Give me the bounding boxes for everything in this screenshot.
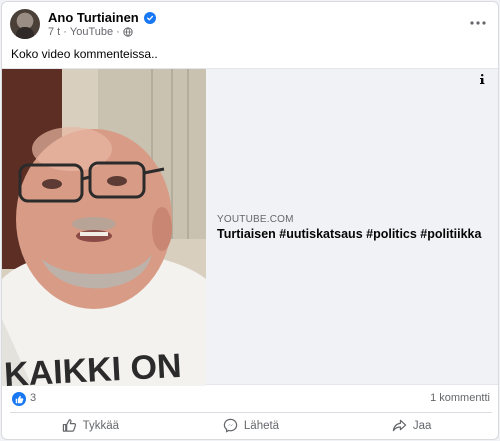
author-name[interactable]: Ano Turtiainen xyxy=(48,10,139,25)
meta-separator: · xyxy=(63,26,67,38)
reaction-count[interactable]: 3 xyxy=(30,392,36,404)
globe-icon xyxy=(123,27,133,37)
post-source: YouTube xyxy=(69,26,114,38)
verified-icon xyxy=(143,11,156,24)
share-icon xyxy=(392,419,407,432)
like-badge-icon[interactable] xyxy=(12,392,26,406)
post-header: Ano Turtiainen 7 t · YouTube · xyxy=(2,2,498,44)
link-domain: YOUTUBE.COM xyxy=(217,214,294,225)
post-text: Koko video kommenteissa.. xyxy=(11,47,158,61)
share-label: Jaa xyxy=(412,419,432,432)
post-meta: 7 t · YouTube · xyxy=(48,26,133,38)
reactions-row: 3 1 kommentti xyxy=(2,386,498,412)
author-row: Ano Turtiainen xyxy=(48,10,156,25)
link-title[interactable]: Turtiaisen #uutiskatsaus #politics #poli… xyxy=(217,227,481,241)
messenger-icon xyxy=(223,418,238,433)
video-thumbnail[interactable]: KAIKKI ON xyxy=(2,69,206,386)
link-preview[interactable]: KAIKKI ON YOUTUBE.COM Turtiaisen #uutisk… xyxy=(2,68,498,386)
like-button[interactable]: Tykkää xyxy=(10,413,171,438)
send-label: Lähetä xyxy=(243,419,280,432)
more-icon xyxy=(470,21,486,25)
post-card: Ano Turtiainen 7 t · YouTube · Koko vide… xyxy=(1,1,499,440)
send-button[interactable]: Lähetä xyxy=(171,413,332,438)
avatar[interactable] xyxy=(10,9,40,39)
like-label: Tykkää xyxy=(82,419,120,432)
info-icon xyxy=(480,74,485,84)
comment-count[interactable]: 1 kommentti xyxy=(430,392,490,404)
thumbs-up-icon xyxy=(62,419,76,432)
post-time[interactable]: 7 t xyxy=(48,26,60,38)
action-bar: Tykkää Lähetä Jaa xyxy=(10,412,492,438)
info-button[interactable] xyxy=(472,69,492,89)
meta-separator: · xyxy=(116,26,120,38)
more-options-button[interactable] xyxy=(466,12,490,34)
share-button[interactable]: Jaa xyxy=(331,413,492,438)
